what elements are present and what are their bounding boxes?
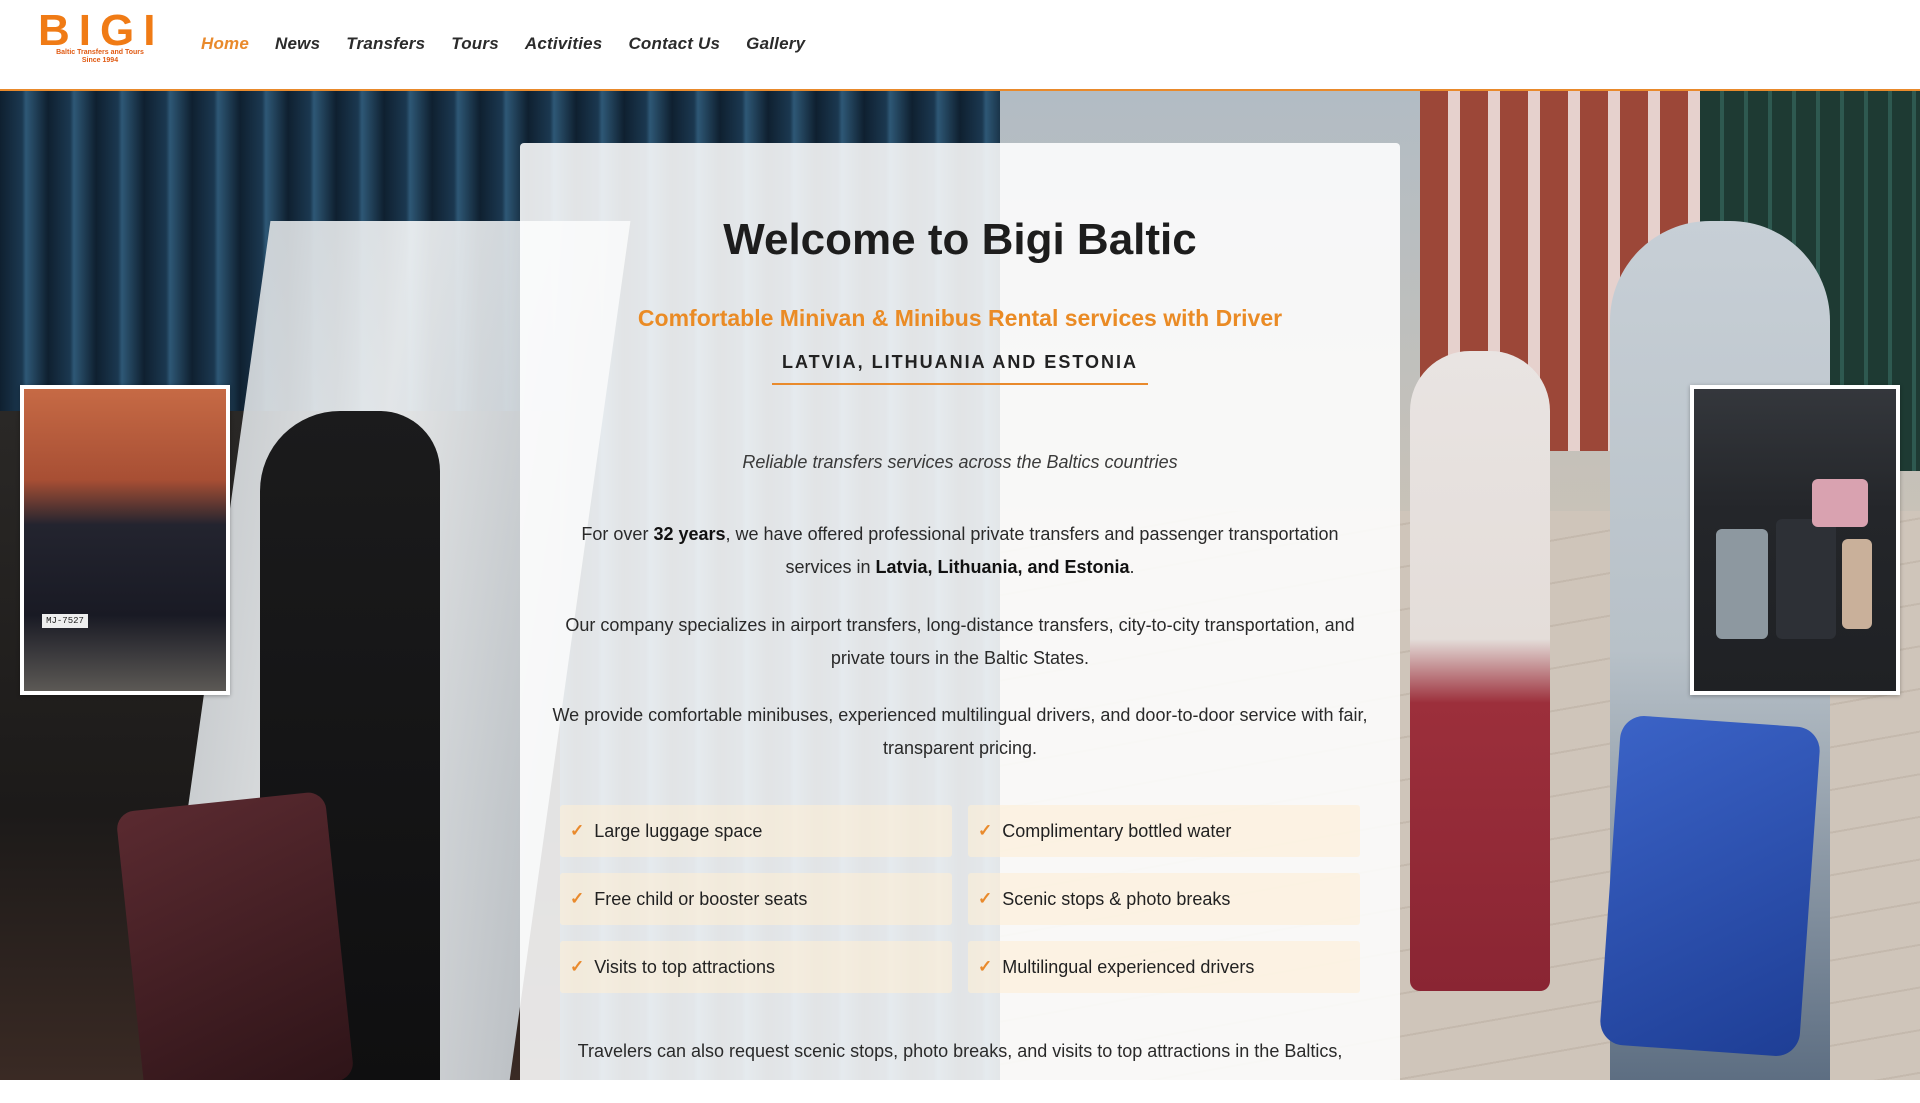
nav-item-news[interactable]: News (275, 34, 320, 54)
feature-item: ✓ Complimentary bottled water (968, 805, 1360, 857)
logo-tagline: Baltic Transfers and Tours Since 1994 (38, 49, 162, 65)
nav-item-tours[interactable]: Tours (451, 34, 499, 54)
luggage-trunk-photo[interactable] (1690, 385, 1900, 695)
intro-text: For over (581, 524, 654, 544)
feature-label: Scenic stops & photo breaks (1002, 888, 1231, 909)
brand-logo[interactable]: BIGI Baltic Transfers and Tours Since 19… (38, 8, 162, 66)
intro-paragraph-4: Travelers can also request scenic stops,… (577, 1041, 1343, 1061)
suitcase-pink (1812, 479, 1868, 527)
feature-item: ✓ Multilingual experienced drivers (968, 941, 1360, 993)
intro-paragraph-2: Our company specializes in airport trans… (565, 615, 1355, 668)
tagline: Reliable transfers services across the B… (742, 452, 1178, 472)
nav-item-activities[interactable]: Activities (525, 34, 603, 54)
intro-paragraph-3: We provide comfortable minibuses, experi… (552, 705, 1368, 758)
feature-item: ✓ Free child or booster seats (560, 873, 952, 925)
suitcase-grey (1716, 529, 1768, 639)
nav-item-gallery[interactable]: Gallery (746, 34, 805, 54)
hero-bg-suitcase-blue (1598, 714, 1822, 1058)
check-icon: ✓ (570, 889, 585, 908)
hero-bg-suitcase-left (115, 790, 355, 1080)
nav-item-contact-us[interactable]: Contact Us (628, 34, 720, 54)
feature-label: Multilingual experienced drivers (1002, 956, 1255, 977)
feature-label: Large luggage space (594, 820, 763, 841)
page-subtitle: Comfortable Minivan & Minibus Rental ser… (637, 305, 1283, 331)
logo-tagline-line-2: Since 1994 (81, 57, 119, 64)
nav-item-home[interactable]: Home (201, 34, 249, 54)
feature-list: ✓ Large luggage space ✓ Complimentary bott… (560, 805, 1360, 993)
feature-label: Free child or booster seats (594, 888, 808, 909)
nav-item-transfers[interactable]: Transfers (346, 34, 425, 54)
license-plate: MJ-7527 (42, 614, 88, 628)
region-heading: LATVIA, LITHUANIA AND ESTONIA (772, 352, 1148, 385)
check-icon: ✓ (570, 957, 585, 976)
logo-wordmark: BIGI (38, 6, 165, 55)
countries-highlight: Latvia, Lithuania, and Estonia (875, 557, 1130, 577)
main-nav: Home News Transfers Tours Activities Con… (201, 34, 831, 54)
page-title: Welcome to Bigi Baltic (723, 215, 1197, 264)
minivan-photo[interactable]: MJ-7527 (20, 385, 230, 695)
check-icon: ✓ (978, 889, 993, 908)
intro-paragraph-1: For over 32 years, we have offered profe… (550, 518, 1370, 584)
check-icon: ✓ (978, 957, 993, 976)
suitcase-black (1776, 519, 1836, 639)
site-header: BIGI Baltic Transfers and Tours Since 19… (0, 0, 1920, 91)
suitcase-beige (1842, 539, 1872, 629)
hero-bg-traveler-woman (1410, 351, 1550, 991)
years-highlight: 32 years (653, 524, 726, 544)
feature-item: ✓ Large luggage space (560, 805, 952, 857)
feature-item: ✓ Visits to top attractions (560, 941, 952, 993)
feature-label: Complimentary bottled water (1002, 820, 1232, 841)
check-icon: ✓ (570, 821, 585, 840)
logo-tagline-line-1: Baltic Transfers and Tours (56, 49, 144, 56)
feature-label: Visits to top attractions (594, 956, 776, 977)
intro-text: . (1129, 557, 1135, 577)
feature-item: ✓ Scenic stops & photo breaks (968, 873, 1360, 925)
check-icon: ✓ (978, 821, 993, 840)
